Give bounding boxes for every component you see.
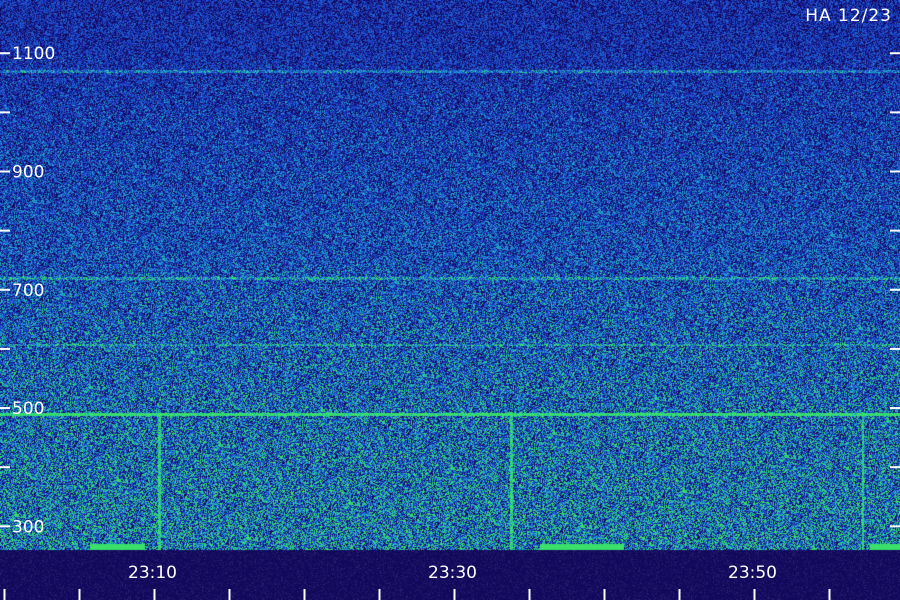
y-tick-label: 900: [12, 163, 44, 183]
spectrogram: 300 500 700 900 1100 23:10 23:30 23:50: [0, 0, 900, 600]
spectrogram-image: [0, 0, 900, 600]
x-tick-label: 23:50: [728, 563, 777, 583]
y-tick-label: 500: [12, 399, 44, 419]
y-tick-label: 1100: [12, 44, 55, 64]
x-tick-label: 23:10: [128, 563, 177, 583]
y-tick-label: 700: [12, 281, 44, 301]
station-label: HA 12/23: [805, 6, 892, 26]
y-tick-label: 300: [12, 517, 44, 537]
x-tick-label: 23:30: [428, 563, 477, 583]
